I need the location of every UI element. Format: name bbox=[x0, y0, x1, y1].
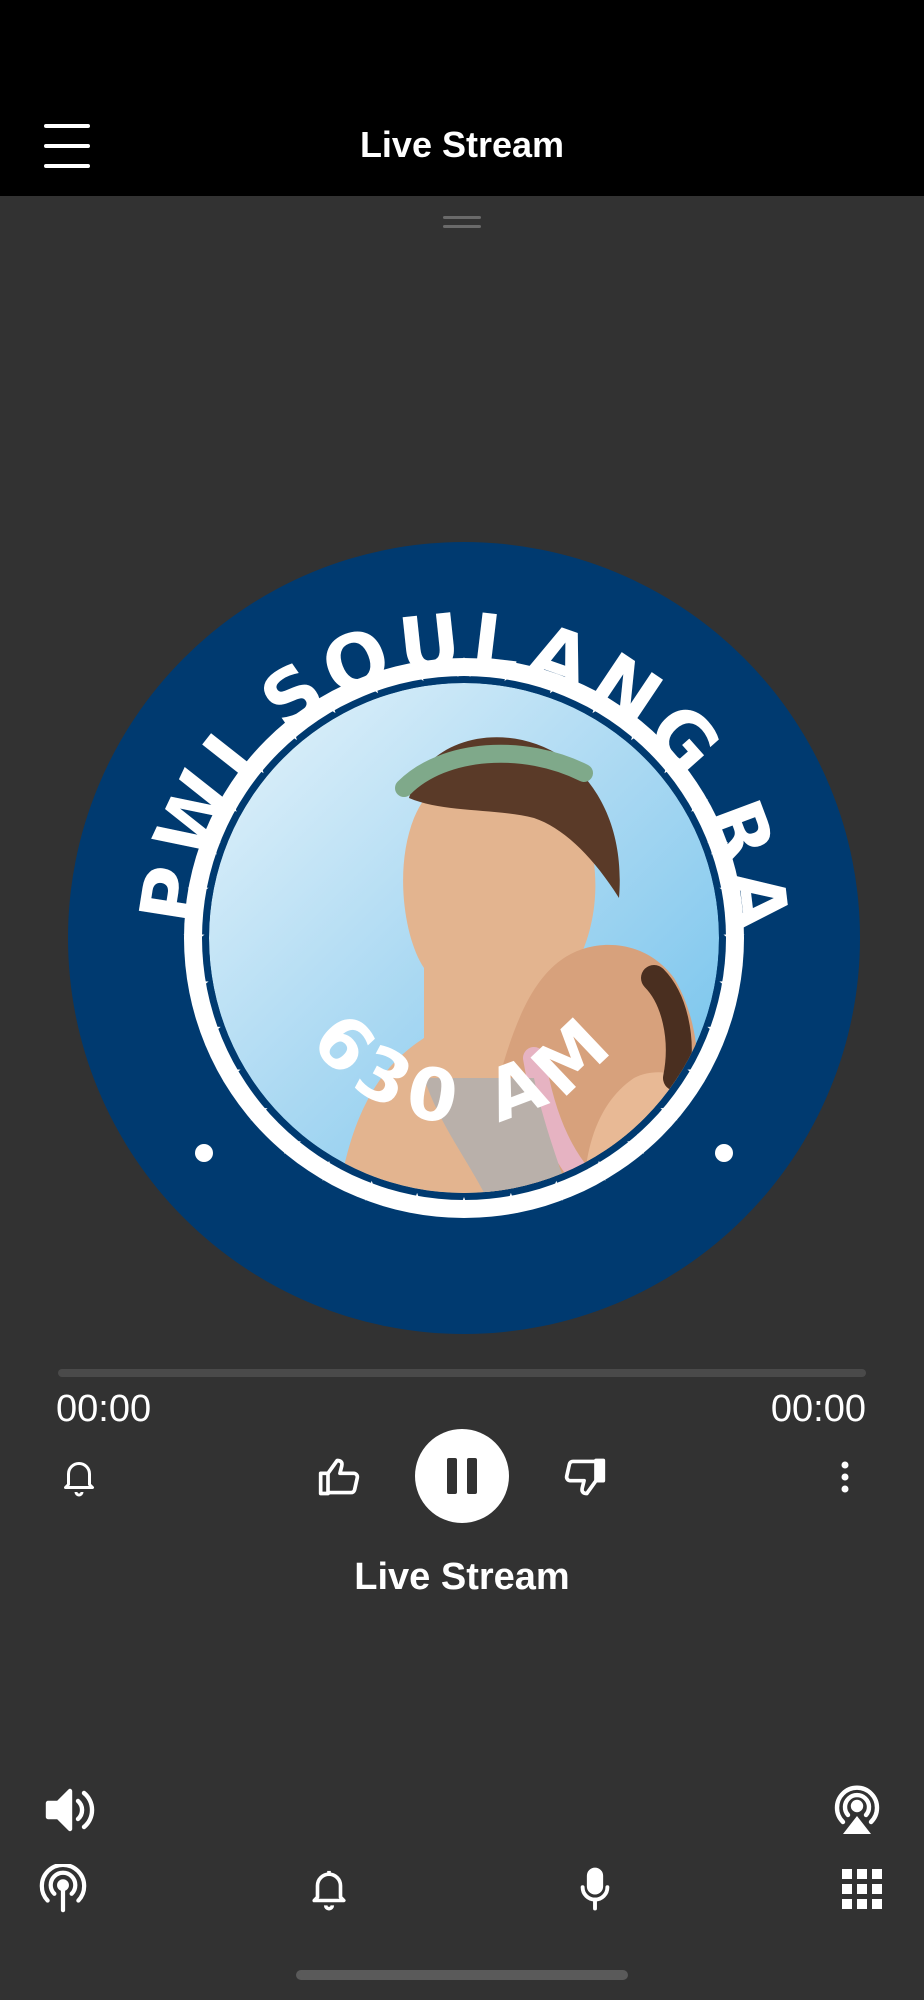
pause-icon bbox=[447, 1458, 457, 1494]
airplay-button[interactable] bbox=[826, 1780, 888, 1840]
elapsed-time: 00:00 bbox=[56, 1388, 152, 1430]
home-indicator bbox=[296, 1970, 628, 1980]
thumbs-down-icon bbox=[564, 1458, 606, 1496]
progress-bar[interactable] bbox=[58, 1369, 866, 1377]
duration-time: 00:00 bbox=[770, 1388, 866, 1430]
microphone-icon bbox=[580, 1867, 610, 1911]
drag-handle[interactable] bbox=[443, 216, 481, 230]
more-options-button[interactable] bbox=[820, 1452, 870, 1502]
thumbs-up-icon bbox=[318, 1458, 360, 1496]
tab-more[interactable] bbox=[834, 1860, 890, 1918]
top-bar: Live Stream bbox=[0, 0, 924, 196]
grid-icon bbox=[842, 1869, 882, 1909]
broadcast-icon bbox=[39, 1864, 87, 1913]
page-title: Live Stream bbox=[359, 124, 565, 165]
alarm-button[interactable] bbox=[54, 1452, 104, 1502]
track-title: Live Stream bbox=[354, 1556, 570, 1598]
tab-notifications[interactable] bbox=[302, 1860, 356, 1918]
more-vertical-icon bbox=[841, 1461, 849, 1493]
bell-icon bbox=[312, 1870, 346, 1911]
volume-icon bbox=[45, 1788, 95, 1832]
station-logo: PWIPWI SOULANG RADIO 630 AM bbox=[64, 538, 860, 1334]
pause-button[interactable] bbox=[415, 1429, 509, 1523]
volume-button[interactable] bbox=[38, 1782, 100, 1838]
like-button[interactable] bbox=[312, 1452, 366, 1502]
tab-podcasts[interactable] bbox=[568, 1860, 622, 1918]
tab-stream[interactable] bbox=[34, 1860, 92, 1918]
airplay-icon bbox=[834, 1785, 880, 1834]
dislike-button[interactable] bbox=[558, 1452, 612, 1502]
bell-icon bbox=[64, 1462, 94, 1497]
